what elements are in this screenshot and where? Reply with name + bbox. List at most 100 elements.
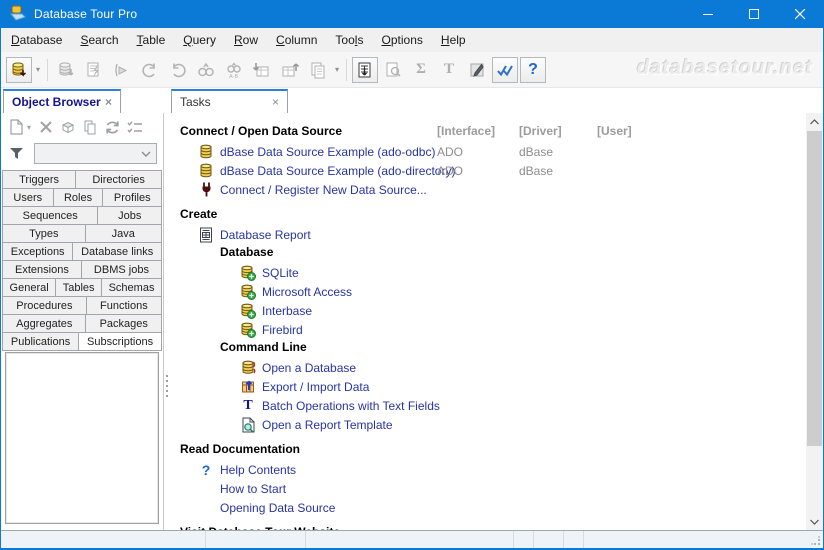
task-link[interactable]: Open a Report Template — [262, 418, 393, 432]
menu-options[interactable]: Options — [372, 29, 431, 51]
scroll-up-icon[interactable] — [806, 113, 823, 130]
menu-tools[interactable]: Tools — [326, 29, 372, 51]
properties-list-button[interactable] — [123, 116, 145, 138]
copy-button[interactable] — [305, 57, 331, 83]
section-header: Connect / Open Data Source [Interface] [… — [170, 123, 806, 142]
task-row: Open a Report Template — [170, 415, 806, 434]
menu-database[interactable]: Database — [2, 29, 71, 51]
aggregate-button[interactable]: Σ — [408, 57, 434, 83]
cat-tab-java[interactable]: Java — [85, 224, 162, 243]
cat-tab-procedures[interactable]: Procedures — [2, 296, 87, 315]
task-link[interactable]: Batch Operations with Text Fields — [262, 399, 440, 413]
toolbar-separator — [47, 59, 48, 81]
cat-tab-extensions[interactable]: Extensions — [2, 260, 82, 279]
tab-tasks[interactable]: Tasks × — [171, 89, 288, 113]
vertical-scrollbar[interactable] — [806, 113, 823, 530]
resize-grip[interactable] — [811, 536, 821, 546]
cell-driver: dBase — [519, 164, 553, 178]
menu-table[interactable]: Table — [128, 29, 175, 51]
task-link[interactable]: SQLite — [262, 266, 299, 280]
tab-object-browser[interactable]: Object Browser × — [3, 89, 121, 113]
task-link[interactable]: Interbase — [262, 304, 312, 318]
tab-tasks-close-icon[interactable]: × — [270, 95, 281, 109]
column-header-interface: [Interface] — [437, 123, 495, 140]
help-button[interactable]: ? — [520, 57, 546, 83]
refresh-button[interactable] — [101, 116, 123, 138]
cat-tab-triggers[interactable]: Triggers — [2, 170, 76, 189]
menu-column[interactable]: Column — [267, 29, 326, 51]
new-object-dropdown[interactable]: ▾ — [27, 123, 35, 132]
cat-tab-types[interactable]: Types — [2, 224, 86, 243]
new-object-button[interactable] — [5, 116, 27, 138]
menu-search[interactable]: Search — [71, 29, 127, 51]
task-link[interactable]: Opening Data Source — [220, 501, 335, 515]
print-preview-button[interactable] — [380, 57, 406, 83]
replace-button[interactable]: A-B — [221, 57, 247, 83]
status-panel — [306, 531, 514, 548]
object-list[interactable] — [5, 352, 159, 524]
task-link[interactable]: How to Start — [220, 482, 286, 496]
execute-query-button[interactable] — [81, 57, 107, 83]
cat-tab-roles[interactable]: Roles — [53, 188, 104, 207]
import-data-button[interactable] — [249, 57, 275, 83]
cat-tab-exceptions[interactable]: Exceptions — [2, 242, 73, 261]
scroll-down-icon[interactable] — [806, 513, 823, 530]
cat-tab-publications[interactable]: Publications — [2, 332, 79, 351]
text-operations-button[interactable]: T — [436, 57, 462, 83]
cat-tab-database-links[interactable]: Database links — [72, 242, 162, 261]
export-data-button[interactable] — [277, 57, 303, 83]
task-row: Interbase — [170, 301, 806, 320]
cat-tab-schemas[interactable]: Schemas — [101, 278, 162, 297]
task-link[interactable]: Help Contents — [220, 463, 296, 477]
find-button[interactable] — [193, 57, 219, 83]
column-header-user: [User] — [597, 123, 632, 140]
maximize-button[interactable] — [731, 0, 777, 28]
package-button[interactable] — [57, 116, 79, 138]
open-database-dropdown[interactable]: ▾ — [33, 57, 43, 83]
filter-icon — [9, 146, 24, 161]
check-data-button[interactable] — [492, 57, 518, 83]
task-link[interactable]: Microsoft Access — [262, 285, 352, 299]
task-link[interactable]: dBase Data Source Example (ado-directory… — [220, 164, 455, 178]
delete-object-button[interactable] — [35, 116, 57, 138]
cat-tab-directories[interactable]: Directories — [75, 170, 162, 189]
column-header-driver: [Driver] — [519, 123, 562, 140]
copy-dropdown[interactable]: ▾ — [332, 57, 342, 83]
task-link[interactable]: Firebird — [262, 323, 303, 337]
toolbar-separator — [346, 59, 347, 81]
app-window: Database Tour Pro Database Search Table … — [0, 0, 824, 550]
cat-tab-sequences[interactable]: Sequences — [2, 206, 98, 225]
cat-tab-tables[interactable]: Tables — [55, 278, 102, 297]
close-database-button[interactable] — [53, 57, 79, 83]
cat-tab-aggregates[interactable]: Aggregates — [2, 314, 86, 333]
undo-button[interactable] — [165, 57, 191, 83]
task-link[interactable]: Export / Import Data — [262, 380, 369, 394]
cat-tab-profiles[interactable]: Profiles — [102, 188, 162, 207]
export-to-file-button[interactable] — [352, 57, 378, 83]
menu-query[interactable]: Query — [174, 29, 225, 51]
close-button[interactable] — [777, 0, 823, 28]
minimize-button[interactable] — [685, 0, 731, 28]
open-database-button[interactable] — [6, 57, 32, 83]
task-link[interactable]: Connect / Register New Data Source... — [220, 183, 427, 197]
cat-tab-packages[interactable]: Packages — [85, 314, 162, 333]
menu-help[interactable]: Help — [432, 29, 475, 51]
scrollbar-thumb[interactable] — [807, 131, 822, 446]
copy-object-button[interactable] — [79, 116, 101, 138]
cat-tab-dbms-jobs[interactable]: DBMS jobs — [81, 260, 162, 279]
task-link[interactable]: Open a Database — [262, 361, 356, 375]
task-link[interactable]: Database Report — [220, 228, 311, 242]
cat-tab-general[interactable]: General — [2, 278, 56, 297]
run-query-button[interactable] — [109, 57, 135, 83]
task-row: ? Help Contents — [170, 460, 806, 479]
redo-button[interactable] — [137, 57, 163, 83]
task-link[interactable]: dBase Data Source Example (ado-odbc) — [220, 145, 435, 159]
menu-row[interactable]: Row — [225, 29, 267, 51]
tab-object-browser-close-icon[interactable]: × — [103, 95, 114, 109]
cat-tab-users[interactable]: Users — [2, 188, 54, 207]
cat-tab-functions[interactable]: Functions — [86, 296, 162, 315]
cat-tab-subscriptions[interactable]: Subscriptions — [78, 332, 162, 351]
filter-combobox[interactable] — [34, 143, 157, 164]
edit-record-button[interactable] — [464, 57, 490, 83]
cat-tab-jobs[interactable]: Jobs — [97, 206, 162, 225]
